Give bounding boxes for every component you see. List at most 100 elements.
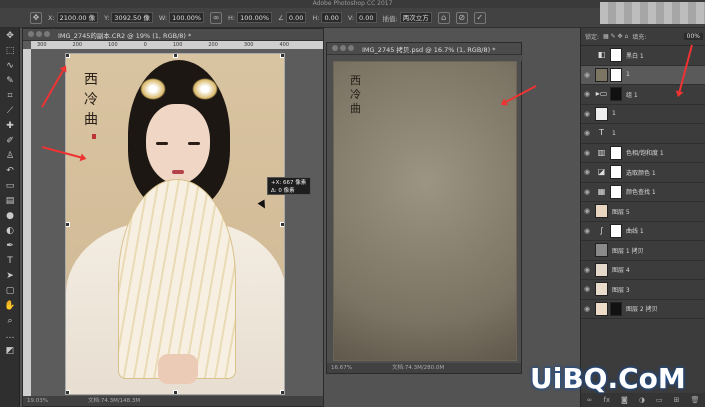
visibility-icon[interactable]: ◉ bbox=[581, 129, 593, 137]
new-adjustment-icon[interactable]: ◑ bbox=[639, 396, 645, 404]
layer-row[interactable]: ◉ 1 bbox=[581, 105, 705, 124]
blur-tool-icon[interactable]: ● bbox=[0, 208, 20, 223]
transform-handle[interactable] bbox=[66, 54, 70, 58]
angle-input[interactable]: 0.00 bbox=[285, 12, 307, 23]
layer-mask-thumb[interactable] bbox=[610, 145, 622, 160]
layer-mask-thumb[interactable] bbox=[610, 184, 622, 199]
vskew-input[interactable]: 0.00 bbox=[356, 12, 377, 23]
layer-row[interactable]: ◉ 图层 3 bbox=[581, 280, 705, 300]
width-input[interactable]: 100.00% bbox=[169, 12, 205, 23]
transform-handle[interactable] bbox=[280, 222, 284, 227]
new-group-icon[interactable]: ▭ bbox=[656, 396, 663, 404]
horizontal-ruler[interactable]: 300 200 100 0 100 200 300 400 bbox=[31, 41, 323, 49]
doc1-zoom[interactable]: 19.03% bbox=[27, 396, 48, 406]
layer-row[interactable]: ◉ 图层 2 拷贝 bbox=[581, 300, 705, 319]
history-brush-icon[interactable]: ↶ bbox=[0, 163, 20, 178]
move-options-icon[interactable]: ✥ bbox=[30, 11, 42, 24]
layer-mask-thumb[interactable] bbox=[610, 87, 622, 102]
layer-row[interactable]: ◉ ◪ 选取颜色 1 bbox=[581, 163, 705, 183]
link-layers-icon[interactable]: ∞ bbox=[587, 396, 593, 404]
visibility-icon[interactable]: ◉ bbox=[581, 266, 593, 274]
visibility-icon[interactable]: ◉ bbox=[581, 188, 593, 196]
marquee-tool-icon[interactable]: ⬚ bbox=[0, 43, 20, 58]
color-swatches-icon[interactable]: ◩ bbox=[0, 343, 20, 358]
eraser-tool-icon[interactable]: ▭ bbox=[0, 178, 20, 193]
hand-tool-icon[interactable]: ✋ bbox=[0, 298, 20, 313]
visibility-icon[interactable]: ◉ bbox=[581, 305, 593, 313]
minimize-dot-icon[interactable] bbox=[36, 30, 42, 37]
more-tools-icon[interactable]: … bbox=[0, 328, 20, 343]
pen-tool-icon[interactable]: ✒ bbox=[0, 238, 20, 253]
visibility-icon[interactable]: ◉ bbox=[581, 110, 593, 118]
transform-handle[interactable] bbox=[66, 222, 70, 227]
commit-transform-icon[interactable]: ✓ bbox=[473, 11, 486, 24]
y-position-input[interactable]: 3092.50 像 bbox=[111, 12, 153, 23]
new-layer-icon[interactable]: ⊞ bbox=[674, 396, 680, 404]
doc2-zoom[interactable]: 16.67% bbox=[331, 363, 352, 373]
interpolation-select[interactable]: 两次立方 bbox=[399, 12, 432, 23]
visibility-icon[interactable]: ◉ bbox=[581, 168, 593, 176]
layer-mask-thumb[interactable] bbox=[610, 223, 622, 238]
transform-handle[interactable] bbox=[66, 390, 70, 394]
layer-mask-thumb[interactable] bbox=[610, 165, 622, 180]
fx-icon[interactable]: fx bbox=[603, 396, 610, 404]
layer-row[interactable]: ◉ ▥ 色相/饱和度 1 bbox=[581, 144, 705, 163]
hskew-input[interactable]: 0.00 bbox=[321, 12, 342, 23]
layer-row[interactable]: ◉ ▸▭ 组 1 bbox=[581, 85, 705, 105]
shape-tool-icon[interactable]: ▢ bbox=[0, 283, 20, 298]
zoom-dot-icon[interactable] bbox=[44, 30, 50, 37]
height-input[interactable]: 100.00% bbox=[237, 12, 273, 23]
quick-select-tool-icon[interactable]: ✎ bbox=[0, 73, 20, 88]
document-window-2[interactable]: IMG_2745 拷贝.psd @ 16.7% (1, RGB/8) * 西冷曲… bbox=[326, 42, 523, 374]
lasso-tool-icon[interactable]: ∿ bbox=[0, 58, 20, 73]
close-dot-icon[interactable] bbox=[28, 30, 34, 37]
layer-mask-thumb[interactable] bbox=[610, 301, 622, 316]
transform-handle[interactable] bbox=[280, 390, 284, 394]
link-icon[interactable]: ∞ bbox=[210, 11, 223, 24]
texture-canvas[interactable]: 西冷曲 bbox=[333, 61, 517, 361]
visibility-icon[interactable]: ◉ bbox=[581, 285, 593, 293]
move-tool-icon[interactable]: ✥ bbox=[0, 28, 20, 43]
cancel-transform-icon[interactable]: ⊘ bbox=[455, 11, 468, 24]
path-select-tool-icon[interactable]: ➤ bbox=[0, 268, 20, 283]
layer-row[interactable]: ◉ ∫ 曲线 1 bbox=[581, 222, 705, 241]
gradient-tool-icon[interactable]: ▤ bbox=[0, 193, 20, 208]
vertical-ruler[interactable] bbox=[23, 49, 31, 396]
layer-row[interactable]: ◉ T 1 bbox=[581, 124, 705, 144]
doc1-tab[interactable]: IMG_2745的副本.CR2 @ 19% (1, RGB/8) * bbox=[23, 29, 323, 41]
visibility-icon[interactable]: ◉ bbox=[581, 90, 593, 98]
visibility-icon[interactable]: ◉ bbox=[581, 149, 593, 157]
type-tool-icon[interactable]: T bbox=[0, 253, 20, 268]
dodge-tool-icon[interactable]: ◐ bbox=[0, 223, 20, 238]
document-window-1[interactable]: IMG_2745的副本.CR2 @ 19% (1, RGB/8) * 300 2… bbox=[22, 28, 324, 407]
brush-tool-icon[interactable]: ✐ bbox=[0, 133, 20, 148]
lock-icons[interactable]: ▦ ✎ ✥ ⌂ bbox=[603, 33, 628, 40]
visibility-icon[interactable]: ◉ bbox=[581, 227, 593, 235]
layer-row[interactable]: ◉ 图层 5 bbox=[581, 202, 705, 222]
eyedropper-tool-icon[interactable]: ⟋ bbox=[0, 103, 20, 118]
transform-handle[interactable] bbox=[173, 390, 178, 394]
visibility-icon[interactable]: ◉ bbox=[581, 207, 593, 215]
layer-mask-thumb[interactable] bbox=[610, 48, 622, 63]
portrait-photo[interactable]: 西冷曲 bbox=[65, 53, 285, 395]
delete-layer-icon[interactable]: 🗑 bbox=[691, 396, 700, 404]
transform-handle[interactable] bbox=[173, 54, 178, 58]
layer-row[interactable]: ◉ ▦ 颜色查找 1 bbox=[581, 183, 705, 202]
transform-handle[interactable] bbox=[280, 54, 284, 58]
layer-mask-thumb[interactable] bbox=[610, 67, 622, 82]
doc2-tab[interactable]: IMG_2745 拷贝.psd @ 16.7% (1, RGB/8) * bbox=[327, 43, 521, 55]
fill-input[interactable]: 00% bbox=[683, 33, 703, 40]
minimize-dot-icon[interactable] bbox=[340, 44, 346, 51]
visibility-icon[interactable]: ◉ bbox=[581, 71, 593, 79]
zoom-dot-icon[interactable] bbox=[348, 44, 354, 51]
add-mask-icon[interactable]: ◙ bbox=[621, 396, 628, 404]
layer-row[interactable]: 图层 1 拷贝 bbox=[581, 241, 705, 261]
healing-tool-icon[interactable]: ✚ bbox=[0, 118, 20, 133]
zoom-tool-icon[interactable]: ⌕ bbox=[0, 313, 20, 328]
stamp-tool-icon[interactable]: ♙ bbox=[0, 148, 20, 163]
warp-icon[interactable]: ⌂ bbox=[437, 11, 450, 24]
close-dot-icon[interactable] bbox=[332, 44, 338, 51]
x-position-input[interactable]: 2100.00 像 bbox=[56, 12, 99, 23]
layer-row[interactable]: ◉ 图层 4 bbox=[581, 261, 705, 280]
crop-tool-icon[interactable]: ⌗ bbox=[0, 88, 20, 103]
